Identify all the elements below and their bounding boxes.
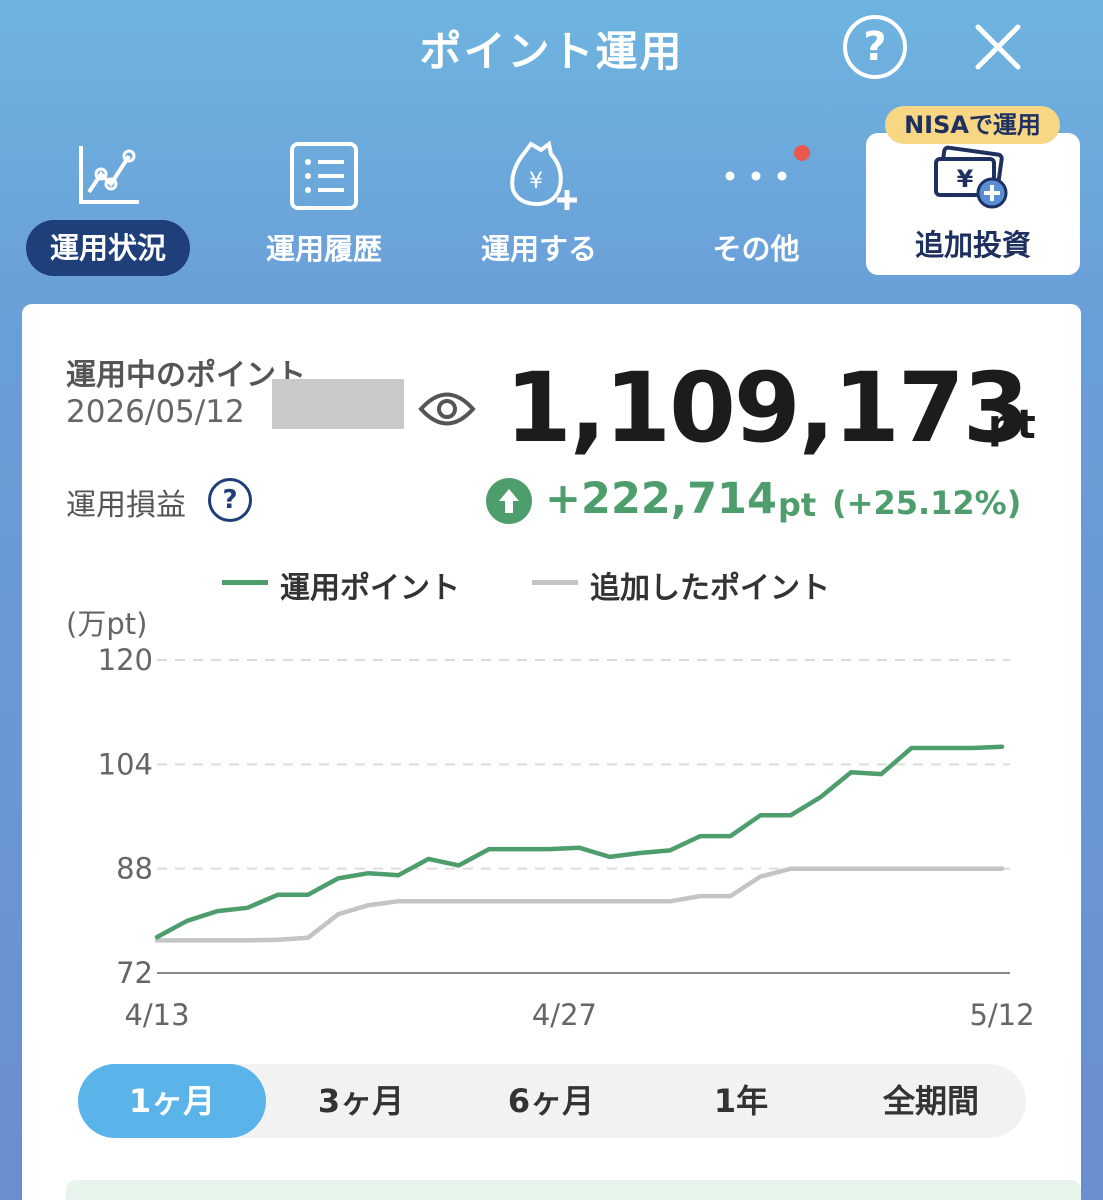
points-line-chart: (万pt)120 104 88 72 4/13 4/27 5/12 xyxy=(66,607,1035,1032)
y-tick-label: 120 xyxy=(98,643,153,677)
y-tick-label: 72 xyxy=(116,956,153,990)
series-line-added-points xyxy=(154,866,1005,943)
period-3m-button[interactable]: 3ヶ月 xyxy=(266,1064,456,1138)
period-6m-button[interactable]: 6ヶ月 xyxy=(456,1064,646,1138)
y-axis-label: (万pt) xyxy=(66,607,147,641)
y-tick-label: 88 xyxy=(116,852,153,886)
series-line-invested-points xyxy=(154,744,1005,940)
info-box xyxy=(66,1180,1081,1200)
period-1m-button[interactable]: 1ヶ月 xyxy=(78,1064,266,1138)
x-tick-label: 4/13 xyxy=(124,998,189,1032)
y-tick-label: 104 xyxy=(98,747,153,781)
x-tick-label: 5/12 xyxy=(969,998,1034,1032)
period-all-button[interactable]: 全期間 xyxy=(836,1064,1026,1138)
x-tick-label: 4/27 xyxy=(532,998,597,1032)
period-1y-button[interactable]: 1年 xyxy=(646,1064,836,1138)
